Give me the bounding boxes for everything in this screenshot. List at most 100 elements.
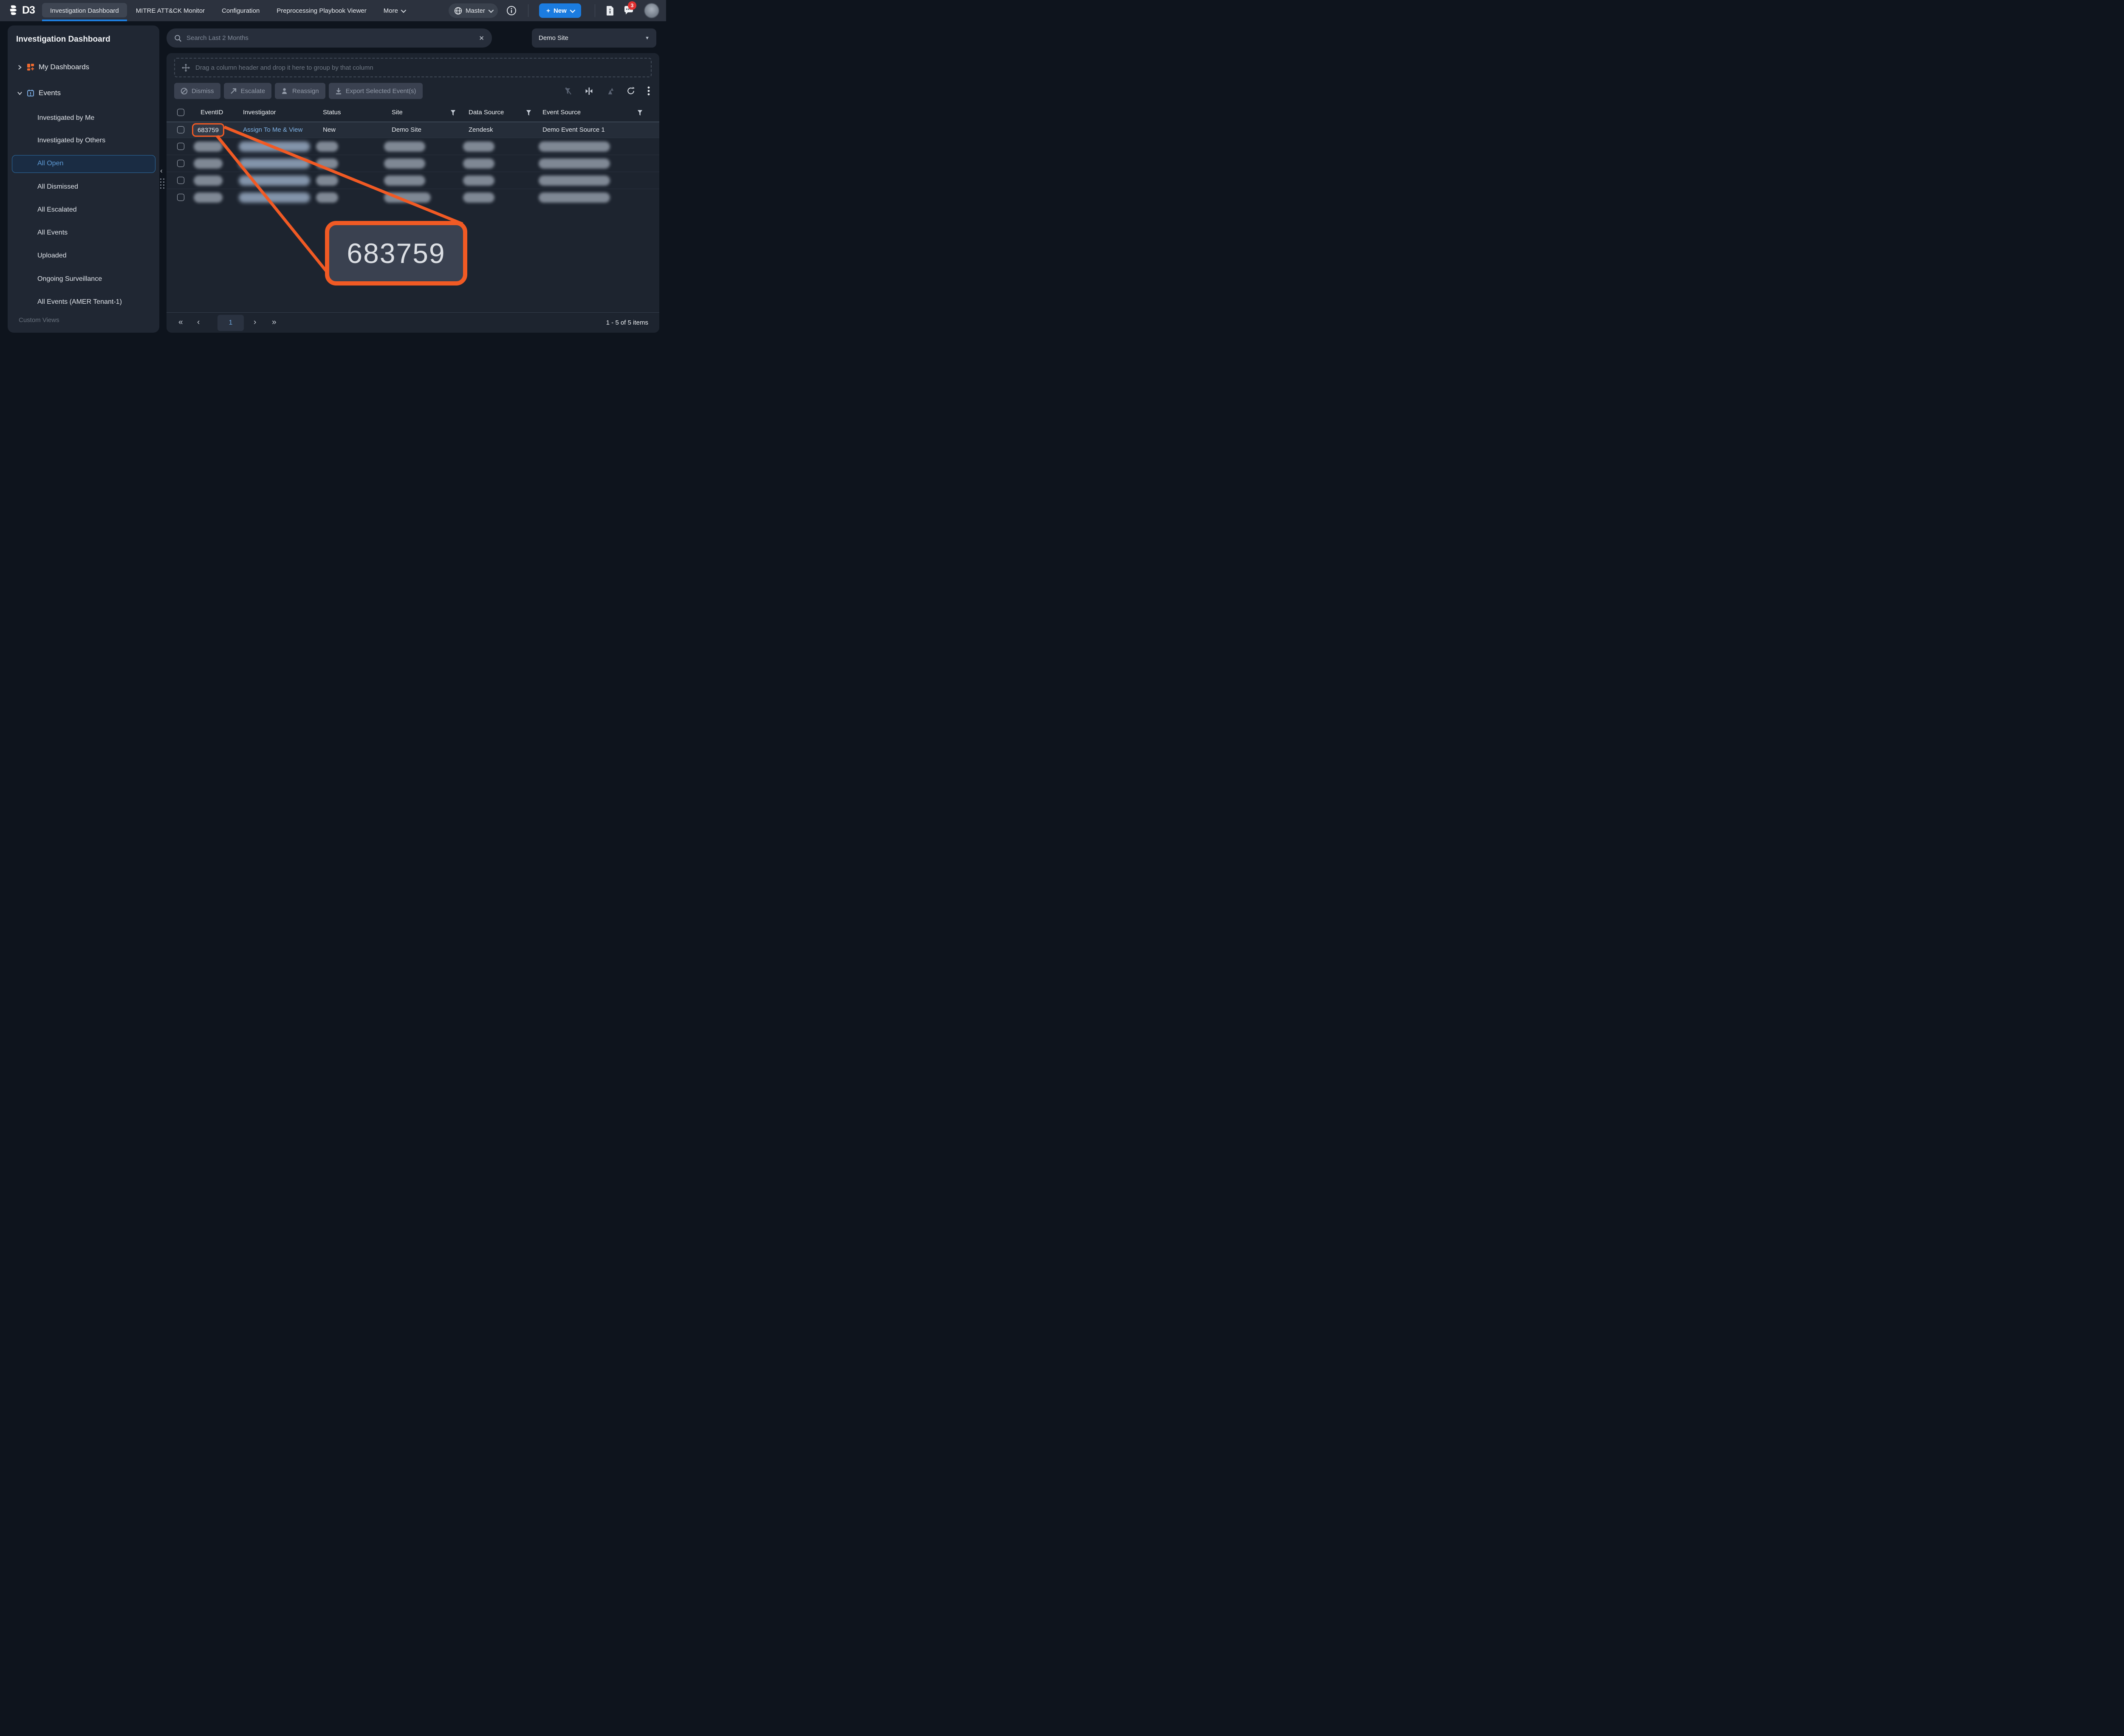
page-number-button[interactable]: 1 <box>217 315 244 331</box>
table-row-redacted[interactable] <box>167 172 659 189</box>
pagination: « ‹ 1 › » 1 - 5 of 5 items <box>167 312 659 333</box>
search-input[interactable] <box>186 34 474 42</box>
reassign-button[interactable]: Reassign <box>275 83 325 99</box>
plus-icon: + <box>546 7 550 14</box>
release-notes-button[interactable] <box>606 6 614 18</box>
column-header-eventid[interactable]: EventID <box>201 109 223 116</box>
export-selected-button[interactable]: Export Selected Event(s) <box>329 83 423 99</box>
table-header: EventID Investigator Status Site Data So… <box>167 104 659 122</box>
dismiss-icon <box>181 88 188 95</box>
d3-logo-text: D3 <box>22 4 35 17</box>
sidebar-group-events[interactable]: Events <box>17 89 61 97</box>
kebab-menu-icon <box>647 86 650 96</box>
prev-page-button[interactable]: ‹ <box>197 318 200 327</box>
sort-triangles-icon <box>606 87 614 95</box>
person-icon <box>281 88 288 95</box>
clear-sort-button[interactable] <box>606 87 614 95</box>
row-checkbox[interactable] <box>177 160 184 167</box>
events-calendar-icon <box>27 89 34 97</box>
tab-investigation-dashboard[interactable]: Investigation Dashboard <box>42 0 127 21</box>
sidebar-group-my-dashboards[interactable]: My Dashboards <box>17 63 89 71</box>
tab-more[interactable]: More <box>375 0 413 21</box>
column-header-event-source[interactable]: Event Source <box>542 109 581 116</box>
events-grid-panel: Drag a column header and drop it here to… <box>167 53 659 333</box>
sidebar-item-all-open[interactable]: All Open <box>37 160 63 167</box>
event-source-cell: Demo Event Source 1 <box>542 126 605 133</box>
table-row-redacted[interactable] <box>167 189 659 206</box>
column-header-site[interactable]: Site <box>392 109 403 116</box>
selected-item-highlight <box>12 155 155 173</box>
sidebar-collapse-button[interactable]: ‹ <box>160 167 163 175</box>
sidebar-item-investigated-by-me[interactable]: Investigated by Me <box>37 114 94 122</box>
sidebar-item-investigated-by-others[interactable]: Investigated by Others <box>37 137 105 144</box>
site-dropdown[interactable]: Demo Site ▼ <box>532 28 656 48</box>
dashboards-icon <box>27 63 34 71</box>
tab-configuration[interactable]: Configuration <box>213 0 268 21</box>
filter-off-icon <box>564 87 572 95</box>
escalate-button[interactable]: Escalate <box>224 83 272 99</box>
sidebar-item-all-events-amer-tenant-1[interactable]: All Events (AMER Tenant-1) <box>37 298 122 306</box>
column-header-investigator[interactable]: Investigator <box>243 109 276 116</box>
tab-preprocessing-playbook-viewer[interactable]: Preprocessing Playbook Viewer <box>268 0 375 21</box>
table-row-redacted[interactable] <box>167 155 659 172</box>
site-filter-icon[interactable] <box>450 110 456 118</box>
user-avatar[interactable] <box>644 3 659 18</box>
data-source-cell: Zendesk <box>469 126 493 133</box>
info-icon <box>506 6 517 16</box>
column-resize-button[interactable] <box>585 87 593 95</box>
column-resize-icon <box>585 87 593 95</box>
select-all-checkbox[interactable] <box>177 109 184 116</box>
new-button[interactable]: + New <box>539 3 581 18</box>
sidebar-item-all-escalated[interactable]: All Escalated <box>37 206 77 214</box>
pagination-summary: 1 - 5 of 5 items <box>606 319 648 326</box>
event-id-highlight: 683759 <box>192 123 224 137</box>
sidebar-item-uploaded[interactable]: Uploaded <box>37 252 67 260</box>
search-bar: ✕ <box>167 28 492 48</box>
sidebar-item-all-events[interactable]: All Events <box>37 229 68 237</box>
dismiss-button[interactable]: Dismiss <box>174 83 220 99</box>
table-row[interactable]: 683759 Assign To Me & View New Demo Site… <box>167 122 659 138</box>
event-id-zoom-callout: 683759 <box>325 221 467 286</box>
notifications-button[interactable]: 3 <box>624 6 634 17</box>
sidebar-resize-handle[interactable] <box>160 178 164 189</box>
nav-tabs: Investigation Dashboard MITRE ATT&CK Mon… <box>42 0 413 21</box>
table-row-redacted[interactable] <box>167 138 659 155</box>
row-checkbox[interactable] <box>177 126 184 133</box>
info-button[interactable] <box>506 6 517 18</box>
sidebar-item-ongoing-surveillance[interactable]: Ongoing Surveillance <box>37 275 102 283</box>
chevron-down-icon <box>488 7 494 13</box>
master-label: Master <box>466 7 485 14</box>
row-checkbox[interactable] <box>177 143 184 150</box>
app-window: D3 Investigation Dashboard MITRE ATT&CK … <box>0 0 666 342</box>
refresh-icon <box>627 87 635 95</box>
site-dropdown-value: Demo Site <box>539 34 568 42</box>
row-checkbox[interactable] <box>177 194 184 201</box>
next-page-button[interactable]: › <box>254 318 256 327</box>
last-page-button[interactable]: » <box>272 318 277 327</box>
row-checkbox[interactable] <box>177 177 184 184</box>
chevron-down-icon <box>401 7 407 13</box>
chevron-right-icon <box>17 65 23 70</box>
status-cell: New <box>323 126 336 133</box>
chevron-down-icon <box>17 90 23 96</box>
tab-mitre-attck-monitor[interactable]: MITRE ATT&CK Monitor <box>127 0 213 21</box>
data-source-filter-icon[interactable] <box>526 110 531 118</box>
move-icon <box>182 64 190 72</box>
master-site-selector[interactable]: Master <box>449 3 498 18</box>
refresh-button[interactable] <box>627 87 635 95</box>
more-options-button[interactable] <box>647 86 650 96</box>
column-header-data-source[interactable]: Data Source <box>469 109 504 116</box>
sidebar-item-all-dismissed[interactable]: All Dismissed <box>37 183 78 191</box>
site-cell: Demo Site <box>392 126 421 133</box>
group-by-hint: Drag a column header and drop it here to… <box>195 64 373 71</box>
custom-views-label: Custom Views <box>19 317 59 324</box>
first-page-button[interactable]: « <box>178 318 183 327</box>
clear-search-icon[interactable]: ✕ <box>479 34 484 42</box>
document-icon <box>606 6 614 16</box>
clear-filter-button[interactable] <box>564 87 572 95</box>
d3-logo[interactable]: D3 <box>8 4 35 17</box>
column-header-status[interactable]: Status <box>323 109 341 116</box>
assign-to-me-link[interactable]: Assign To Me & View <box>243 126 302 133</box>
event-source-filter-icon[interactable] <box>637 110 643 118</box>
group-by-dropzone[interactable]: Drag a column header and drop it here to… <box>174 58 652 77</box>
